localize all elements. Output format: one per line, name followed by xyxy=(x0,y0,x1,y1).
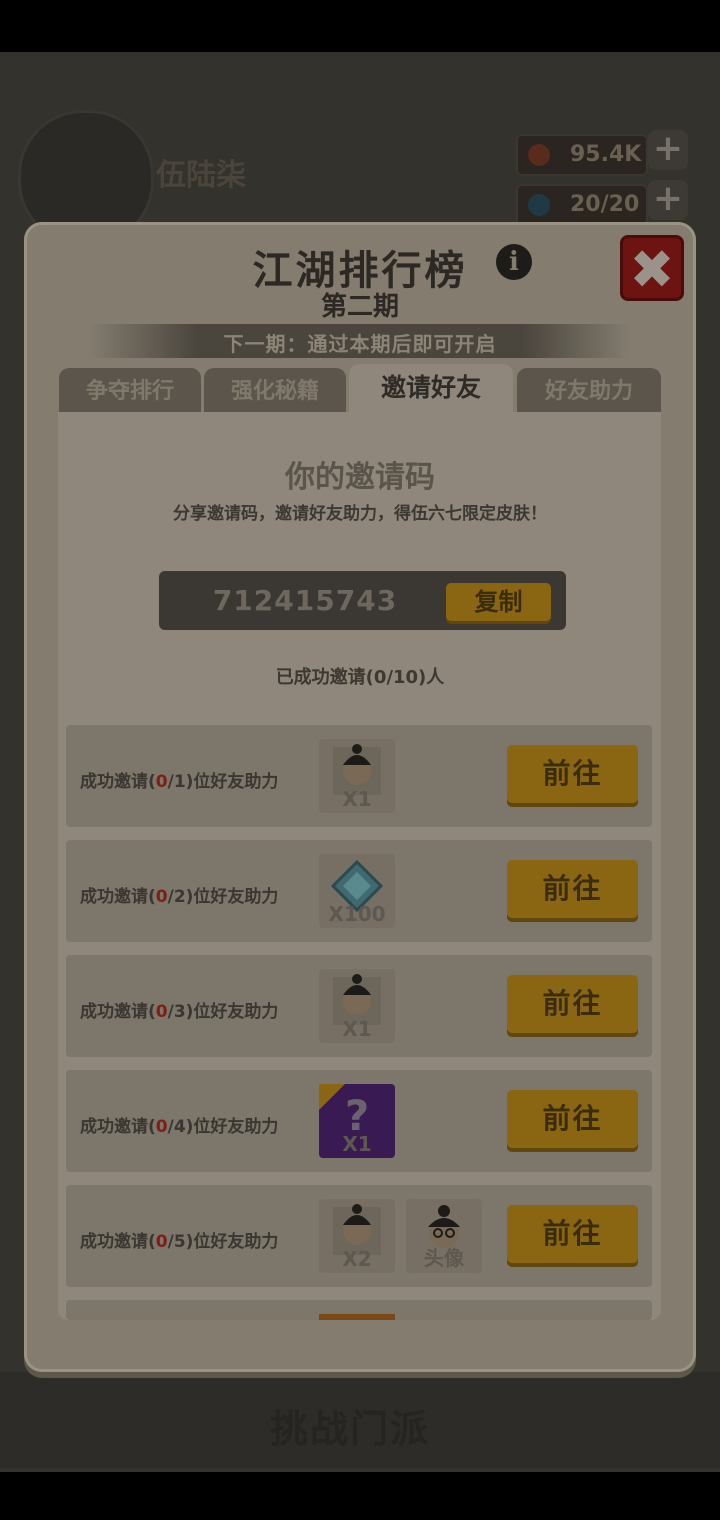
invite-code-title: 你的邀请码 xyxy=(285,460,435,495)
reward-quantity: X100 xyxy=(328,902,386,926)
tab-invite-friends[interactable]: 邀请好友 xyxy=(349,364,513,414)
tab-strengthen-manual[interactable]: 强化秘籍 xyxy=(204,368,346,414)
task-row: 成功邀请(0/2)位好友助力 X100 前往 xyxy=(66,840,652,942)
reward-item: X100 xyxy=(319,854,395,928)
task-label: 成功邀请(0/5)位好友助力 xyxy=(80,1232,279,1252)
nav-home-button[interactable] xyxy=(470,1372,598,1468)
nav-collect-button[interactable] xyxy=(596,1372,720,1468)
go-button[interactable]: 前往 xyxy=(507,860,638,918)
tab-friend-assist[interactable]: 好友助力 xyxy=(517,368,661,414)
add-coin-button[interactable]: + xyxy=(648,130,688,170)
reward-item-partial xyxy=(319,1314,395,1320)
go-button[interactable]: 前往 xyxy=(507,745,638,803)
coin-icon xyxy=(528,144,550,166)
modal-subtitle: 第二期 xyxy=(320,292,399,322)
reward-item: X2 xyxy=(319,1199,395,1273)
add-energy-button[interactable]: + xyxy=(648,180,688,220)
task-row: 成功邀请(0/5)位好友助力 X2 头像 前往 xyxy=(66,1185,652,1287)
coin-value: 95.4K xyxy=(570,142,642,167)
energy-icon xyxy=(528,194,550,216)
reward-item: X1 xyxy=(319,739,395,813)
invited-count: 已成功邀请(0/10)人 xyxy=(275,667,445,688)
reward-quantity: X1 xyxy=(342,787,372,811)
reward-item: X1 xyxy=(319,969,395,1043)
invite-code-value: 712415743 xyxy=(212,584,398,617)
reward-quantity: X1 xyxy=(342,1132,372,1156)
coin-counter: 95.4K xyxy=(516,134,648,176)
task-label: 成功邀请(0/4)位好友助力 xyxy=(80,1117,279,1137)
reward-label: 头像 xyxy=(424,1246,464,1270)
copy-button[interactable]: 复制 xyxy=(446,583,551,621)
nav-task-button[interactable] xyxy=(0,1372,126,1468)
invite-description: 分享邀请码，邀请好友助力，得伍六七限定皮肤！ xyxy=(173,504,547,524)
go-button[interactable]: 前往 xyxy=(507,1090,638,1148)
rarity-badge xyxy=(319,1084,345,1110)
task-row-partial xyxy=(66,1300,652,1320)
reward-item: 头像 xyxy=(406,1199,482,1273)
energy-value: 20/20 xyxy=(570,192,640,217)
close-button[interactable]: ✖ xyxy=(620,235,684,301)
navigation-bar xyxy=(0,1472,720,1520)
info-icon[interactable]: i xyxy=(496,244,532,280)
reward-quantity: X2 xyxy=(342,1247,372,1271)
tab-compete-ranking[interactable]: 争夺排行 xyxy=(59,368,201,414)
reward-item: ? X1 xyxy=(319,1084,395,1158)
task-row: 成功邀请(0/4)位好友助力 ? X1 前往 xyxy=(66,1070,652,1172)
next-period-text: 下一期：通过本期后即可开启 xyxy=(223,332,497,356)
go-button[interactable]: 前往 xyxy=(507,975,638,1033)
task-label: 成功邀请(0/3)位好友助力 xyxy=(80,1002,279,1022)
reward-quantity: X1 xyxy=(342,1017,372,1041)
task-label: 成功邀请(0/2)位好友助力 xyxy=(80,887,279,907)
player-name: 伍陆柒 xyxy=(156,158,246,193)
task-row: 成功邀请(0/1)位好友助力 X1 前往 xyxy=(66,725,652,827)
energy-counter: 20/20 xyxy=(516,184,648,226)
nav-ranking-button[interactable] xyxy=(124,1372,252,1468)
status-bar xyxy=(0,0,720,52)
task-row: 成功邀请(0/3)位好友助力 X1 前往 xyxy=(66,955,652,1057)
task-label: 成功邀请(0/1)位好友助力 xyxy=(80,772,279,792)
challenge-sect-label: 挑战门派 xyxy=(270,1407,431,1451)
go-button[interactable]: 前往 xyxy=(507,1205,638,1263)
